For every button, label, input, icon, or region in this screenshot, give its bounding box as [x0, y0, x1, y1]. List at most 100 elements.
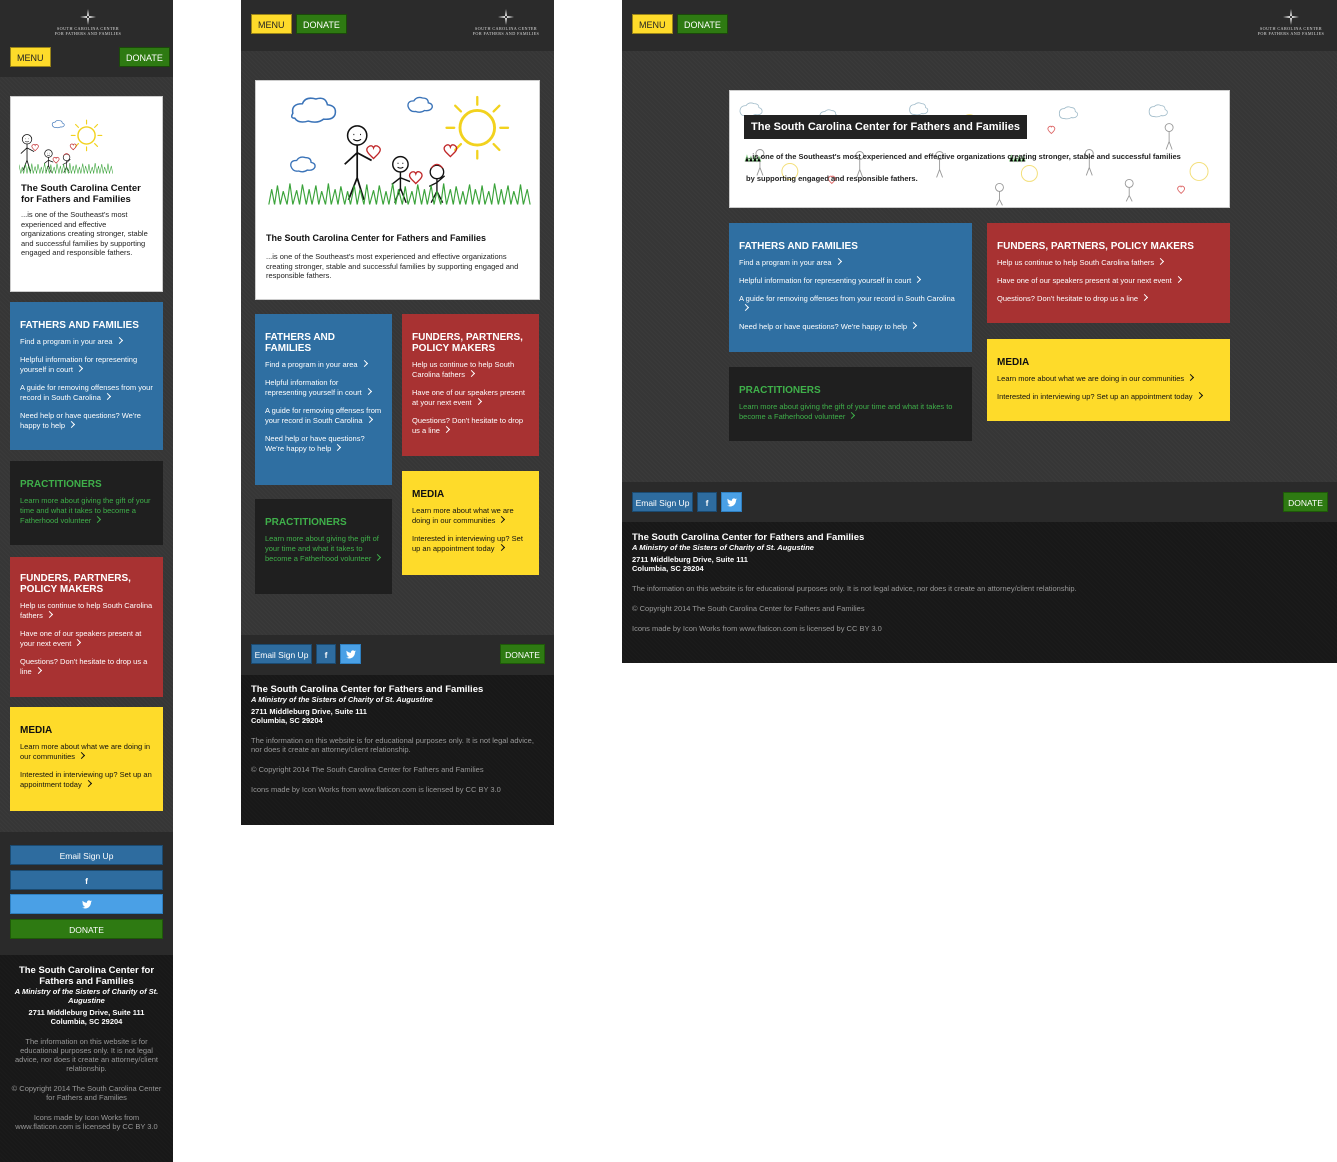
tile-fathers-families: FATHERS AND FAMILIES Find a program in y…: [729, 223, 972, 352]
logo-line-2: FOR FATHERS AND FAMILIES: [1257, 30, 1325, 36]
chevron-right-icon: [94, 515, 102, 524]
compass-star-icon: [1283, 9, 1299, 25]
menu-button[interactable]: MENU: [251, 14, 292, 34]
menu-button[interactable]: MENU: [632, 14, 673, 34]
footer-ministry: A Ministry of the Sisters of Charity of …: [14, 987, 159, 1005]
footer-credits: Icons made by Icon Works from www.flatic…: [632, 624, 882, 633]
twitter-button[interactable]: [721, 492, 742, 512]
footer-donate-button[interactable]: DONATE: [10, 919, 163, 939]
link-drop-line[interactable]: Questions? Don't hesitate to drop us a l…: [412, 416, 529, 436]
link-remove-offenses[interactable]: A guide for removing offenses from your …: [20, 383, 153, 403]
link-need-help[interactable]: Need help or have questions? We're happy…: [739, 321, 962, 332]
footer-ministry: A Ministry of the Sisters of Charity of …: [632, 543, 814, 552]
tile-fathers-title: FATHERS AND FAMILIES: [265, 332, 335, 354]
donate-button[interactable]: DONATE: [296, 14, 347, 34]
footer-disclaimer: The information on this website is for e…: [15, 1037, 158, 1073]
tablet-social-bar: Email Sign Up f DONATE: [241, 635, 554, 675]
footer-credits: Icons made by Icon Works from www.flatic…: [15, 1113, 158, 1131]
menu-button[interactable]: MENU: [10, 47, 51, 67]
link-communities[interactable]: Learn more about what we are doing in ou…: [20, 742, 153, 762]
footer-credits: Icons made by Icon Works from www.flatic…: [251, 785, 501, 794]
link-help-fathers[interactable]: Help us continue to help South Carolina …: [997, 257, 1220, 268]
chevron-right-icon: [497, 543, 505, 552]
site-logo[interactable]: SOUTH CAROLINA CENTER FOR FATHERS AND FA…: [465, 9, 547, 36]
hero-tagline: ...is one of the Southeast's most experi…: [266, 252, 519, 281]
site-logo[interactable]: SOUTH CAROLINA CENTER FOR FATHERS AND FA…: [45, 9, 131, 36]
tile-funders: FUNDERS, PARTNERS, POLICY MAKERS Help us…: [402, 314, 539, 456]
link-court-info[interactable]: Helpful information for representing you…: [265, 378, 382, 398]
link-drop-line[interactable]: Questions? Don't hesitate to drop us a l…: [20, 657, 153, 677]
tile-practitioners: PRACTITIONERS Learn more about giving th…: [10, 461, 163, 545]
chevron-right-icon: [45, 610, 53, 619]
compass-star-icon: [498, 9, 514, 25]
chevron-right-icon: [442, 425, 450, 434]
footer-donate-button[interactable]: DONATE: [500, 644, 545, 664]
tile-funders-title: FUNDERS, PARTNERS, POLICY MAKERS: [412, 332, 523, 354]
email-signup-button[interactable]: Email Sign Up: [10, 845, 163, 865]
link-drop-line[interactable]: Questions? Don't hesitate to drop us a l…: [997, 293, 1220, 304]
chevron-right-icon: [848, 411, 856, 420]
tile-media-title: MEDIA: [412, 489, 445, 500]
link-help-fathers[interactable]: Help us continue to help South Carolina …: [412, 360, 529, 380]
link-find-program[interactable]: Find a program in your area: [739, 257, 962, 268]
link-interview[interactable]: Interested in interviewing up? Set up an…: [412, 534, 529, 554]
chevron-right-icon: [74, 638, 82, 647]
link-speakers[interactable]: Have one of our speakers present at your…: [997, 275, 1220, 286]
desktop-social-bar: Email Sign Up f DONATE: [622, 482, 1337, 522]
link-find-program[interactable]: Find a program in your area: [265, 359, 382, 370]
link-volunteer[interactable]: Learn more about giving the gift of your…: [20, 496, 153, 526]
chevron-right-icon: [910, 321, 918, 330]
facebook-button[interactable]: f: [316, 644, 336, 664]
mobile-header: SOUTH CAROLINA CENTER FOR FATHERS AND FA…: [0, 0, 173, 77]
email-signup-button[interactable]: Email Sign Up: [251, 644, 312, 664]
footer-address-2: Columbia, SC 29204: [632, 564, 704, 573]
twitter-button[interactable]: [340, 644, 361, 664]
tile-funders: FUNDERS, PARTNERS, POLICY MAKERS Help us…: [10, 557, 163, 697]
logo-line-2: FOR FATHERS AND FAMILIES: [54, 30, 122, 36]
link-volunteer[interactable]: Learn more about giving the gift of your…: [265, 534, 382, 564]
chevron-right-icon: [834, 257, 842, 266]
tile-funders: FUNDERS, PARTNERS, POLICY MAKERS Help us…: [987, 223, 1230, 323]
link-interview[interactable]: Interested in interviewing up? Set up an…: [20, 770, 153, 790]
link-remove-offenses[interactable]: A guide for removing offenses from your …: [739, 294, 962, 314]
tile-practitioners: PRACTITIONERS Learn more about giving th…: [729, 367, 972, 441]
link-volunteer[interactable]: Learn more about giving the gift of your…: [739, 402, 962, 422]
chevron-right-icon: [334, 443, 342, 452]
desktop-content: The South Carolina Center for Fathers an…: [622, 51, 1337, 482]
link-speakers[interactable]: Have one of our speakers present at your…: [412, 388, 529, 408]
email-signup-button[interactable]: Email Sign Up: [632, 492, 693, 512]
tile-media: MEDIA Learn more about what we are doing…: [987, 339, 1230, 421]
chevron-right-icon: [77, 751, 86, 760]
site-logo[interactable]: SOUTH CAROLINA CENTER FOR FATHERS AND FA…: [1250, 9, 1332, 36]
link-communities[interactable]: Learn more about what we are doing in ou…: [412, 506, 529, 526]
donate-button[interactable]: DONATE: [119, 47, 170, 67]
tile-practitioners: PRACTITIONERS Learn more about giving th…: [255, 499, 392, 594]
logo-line-2: FOR FATHERS AND FAMILIES: [472, 30, 540, 36]
link-court-info[interactable]: Helpful information for representing you…: [739, 275, 962, 286]
chevron-right-icon: [474, 397, 482, 406]
link-help-fathers[interactable]: Help us continue to help South Carolina …: [20, 601, 153, 621]
link-need-help[interactable]: Need help or have questions? We're happy…: [20, 411, 153, 431]
link-find-program[interactable]: Find a program in your area: [20, 336, 153, 347]
tile-practitioners-title: PRACTITIONERS: [265, 517, 347, 528]
link-need-help[interactable]: Need help or have questions? We're happy…: [265, 434, 382, 454]
chevron-right-icon: [364, 387, 372, 396]
link-court-info[interactable]: Helpful information for representing you…: [20, 355, 153, 375]
mobile-frame: SOUTH CAROLINA CENTER FOR FATHERS AND FA…: [0, 0, 173, 1162]
link-communities[interactable]: Learn more about what we are doing in ou…: [997, 373, 1220, 384]
link-speakers[interactable]: Have one of our speakers present at your…: [20, 629, 153, 649]
tile-practitioners-title: PRACTITIONERS: [739, 385, 821, 396]
tile-funders-title: FUNDERS, PARTNERS, POLICY MAKERS: [997, 241, 1194, 252]
footer-donate-button[interactable]: DONATE: [1283, 492, 1328, 512]
footer-org-name: The South Carolina Center for Fathers an…: [632, 532, 865, 543]
twitter-button[interactable]: [10, 894, 163, 914]
facebook-button[interactable]: f: [697, 492, 717, 512]
donate-button[interactable]: DONATE: [677, 14, 728, 34]
chevron-right-icon: [467, 369, 475, 378]
facebook-button[interactable]: f: [10, 870, 163, 890]
tile-media: MEDIA Learn more about what we are doing…: [402, 471, 539, 575]
link-interview[interactable]: Interested in interviewing up? Set up an…: [997, 391, 1220, 402]
link-remove-offenses[interactable]: A guide for removing offenses from your …: [265, 406, 382, 426]
chevron-right-icon: [68, 420, 76, 429]
hero-title: The South Carolina Center for Fathers an…: [266, 233, 487, 243]
